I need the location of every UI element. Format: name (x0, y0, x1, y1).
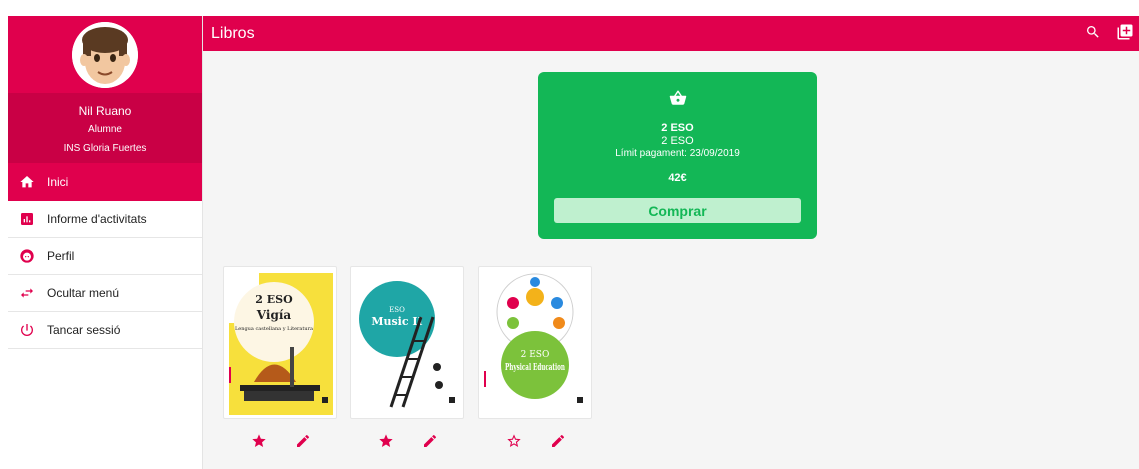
course-subtitle: 2 ESO (661, 135, 694, 147)
user-role: Alumne (88, 124, 122, 135)
edit-icon[interactable] (294, 432, 312, 450)
book-level: 2 ESO (255, 293, 293, 306)
star-filled-icon[interactable] (377, 432, 395, 450)
price: 42€ (668, 172, 687, 184)
top-bar: Libros (203, 16, 1139, 51)
edit-icon[interactable] (421, 432, 439, 450)
book-subtitle: Lengua castellana y Literatura (235, 326, 313, 332)
user-school: INS Gloria Fuertes (63, 143, 147, 154)
basket-icon (538, 89, 817, 109)
main-content: 2 ESO 2 ESO Límit pagament: 23/09/2019 4… (203, 51, 1139, 469)
payment-deadline: Límit pagament: 23/09/2019 (615, 148, 740, 159)
power-icon (18, 321, 36, 339)
star-outline-icon[interactable] (505, 432, 523, 450)
sidebar: Nil Ruano Alumne INS Gloria Fuertes Inic… (8, 16, 203, 469)
edit-icon[interactable] (549, 432, 567, 450)
book-actions (250, 432, 312, 450)
sidebar-item-informe[interactable]: Informe d'activitats (8, 201, 202, 238)
book-title: Vigía (256, 308, 292, 322)
buy-button[interactable]: Comprar (554, 198, 801, 223)
top-bar-actions (1083, 22, 1135, 42)
avatar[interactable] (72, 21, 138, 88)
book-title: Music II (371, 315, 422, 328)
sidebar-item-label: Inici (47, 175, 69, 189)
add-box-icon[interactable] (1115, 22, 1135, 42)
book-level: ESO (389, 306, 405, 314)
profile-header (8, 16, 202, 93)
sidebar-menu: Inici Informe d'activitats Perfil Oculta… (8, 163, 202, 349)
face-icon (18, 247, 36, 265)
sidebar-item-label: Perfil (47, 249, 75, 263)
book-actions (505, 432, 567, 450)
sidebar-item-ocultar[interactable]: Ocultar menú (8, 275, 202, 312)
book-cover-vigia[interactable]: 2 ESO Vigía Lengua castellana y Literatu… (223, 266, 337, 419)
star-filled-icon[interactable] (250, 432, 268, 450)
sidebar-item-label: Informe d'activitats (47, 212, 147, 226)
book-level: 2 ESO (521, 350, 550, 360)
sidebar-item-perfil[interactable]: Perfil (8, 238, 202, 275)
sidebar-item-inici[interactable]: Inici (8, 163, 202, 201)
sidebar-item-label: Tancar sessió (47, 323, 121, 337)
user-name: Nil Ruano (78, 104, 132, 118)
book-actions (377, 432, 439, 450)
course-title: 2 ESO (661, 122, 694, 134)
page-title: Libros (211, 24, 255, 42)
home-icon (18, 173, 36, 191)
profile-info: Nil Ruano Alumne INS Gloria Fuertes (8, 93, 202, 163)
sidebar-item-tancar[interactable]: Tancar sessió (8, 312, 202, 349)
app-root: Nil Ruano Alumne INS Gloria Fuertes Inic… (0, 0, 1139, 469)
swap-arrows-icon (18, 284, 36, 302)
sidebar-item-label: Ocultar menú (47, 286, 120, 300)
bar-chart-icon (18, 210, 36, 228)
search-icon[interactable] (1083, 22, 1103, 42)
book-cover-music[interactable]: ESO Music II (350, 266, 464, 419)
book-title: Physical Education (505, 363, 565, 373)
purchase-card: 2 ESO 2 ESO Límit pagament: 23/09/2019 4… (538, 72, 817, 239)
book-cover-physical-education[interactable]: 2 ESO Physical Education (478, 266, 592, 419)
